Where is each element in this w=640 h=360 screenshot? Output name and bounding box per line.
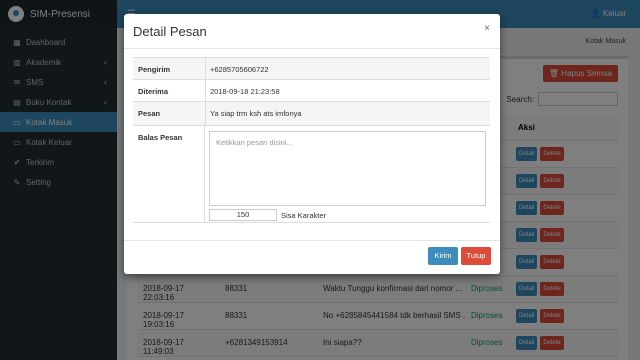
- modal-divider: [124, 48, 500, 49]
- detail-row-pengirim: Pengirim +6285705606722: [133, 57, 490, 79]
- pengirim-value: +6285705606722: [205, 58, 490, 79]
- balas-label: Balas Pesan: [138, 133, 183, 142]
- modal-footer-divider: [124, 240, 500, 241]
- diterima-value: 2018-09-18 21:23:58: [205, 80, 490, 101]
- detail-table: Pengirim +6285705606722 Diterima 2018-09…: [133, 57, 490, 223]
- diterima-label: Diterima: [138, 87, 169, 96]
- char-count-field: 150: [209, 209, 277, 221]
- reply-textarea[interactable]: Ketikkan pesan disini...: [209, 131, 486, 206]
- pesan-value: Ya siap trm ksh ats imfonya: [205, 102, 490, 125]
- detail-row-diterima: Diterima 2018-09-18 21:23:58: [133, 79, 490, 101]
- detail-row-balas: Balas Pesan Ketikkan pesan disini... 150…: [133, 125, 490, 223]
- pengirim-label: Pengirim: [138, 65, 171, 74]
- close-icon[interactable]: ×: [484, 23, 490, 34]
- char-counter: 150 Sisa Karakter: [209, 209, 486, 221]
- close-button[interactable]: Tutup: [461, 247, 491, 265]
- balas-cell: Ketikkan pesan disini... 150 Sisa Karakt…: [204, 126, 490, 222]
- modal-title: Detail Pesan: [133, 24, 207, 39]
- char-count-label: Sisa Karakter: [281, 210, 327, 220]
- detail-modal: Detail Pesan × Pengirim +6285705606722 D…: [124, 14, 500, 274]
- detail-row-pesan: Pesan Ya siap trm ksh ats imfonya: [133, 101, 490, 125]
- pesan-label: Pesan: [138, 109, 161, 118]
- send-button[interactable]: Kirim: [428, 247, 458, 265]
